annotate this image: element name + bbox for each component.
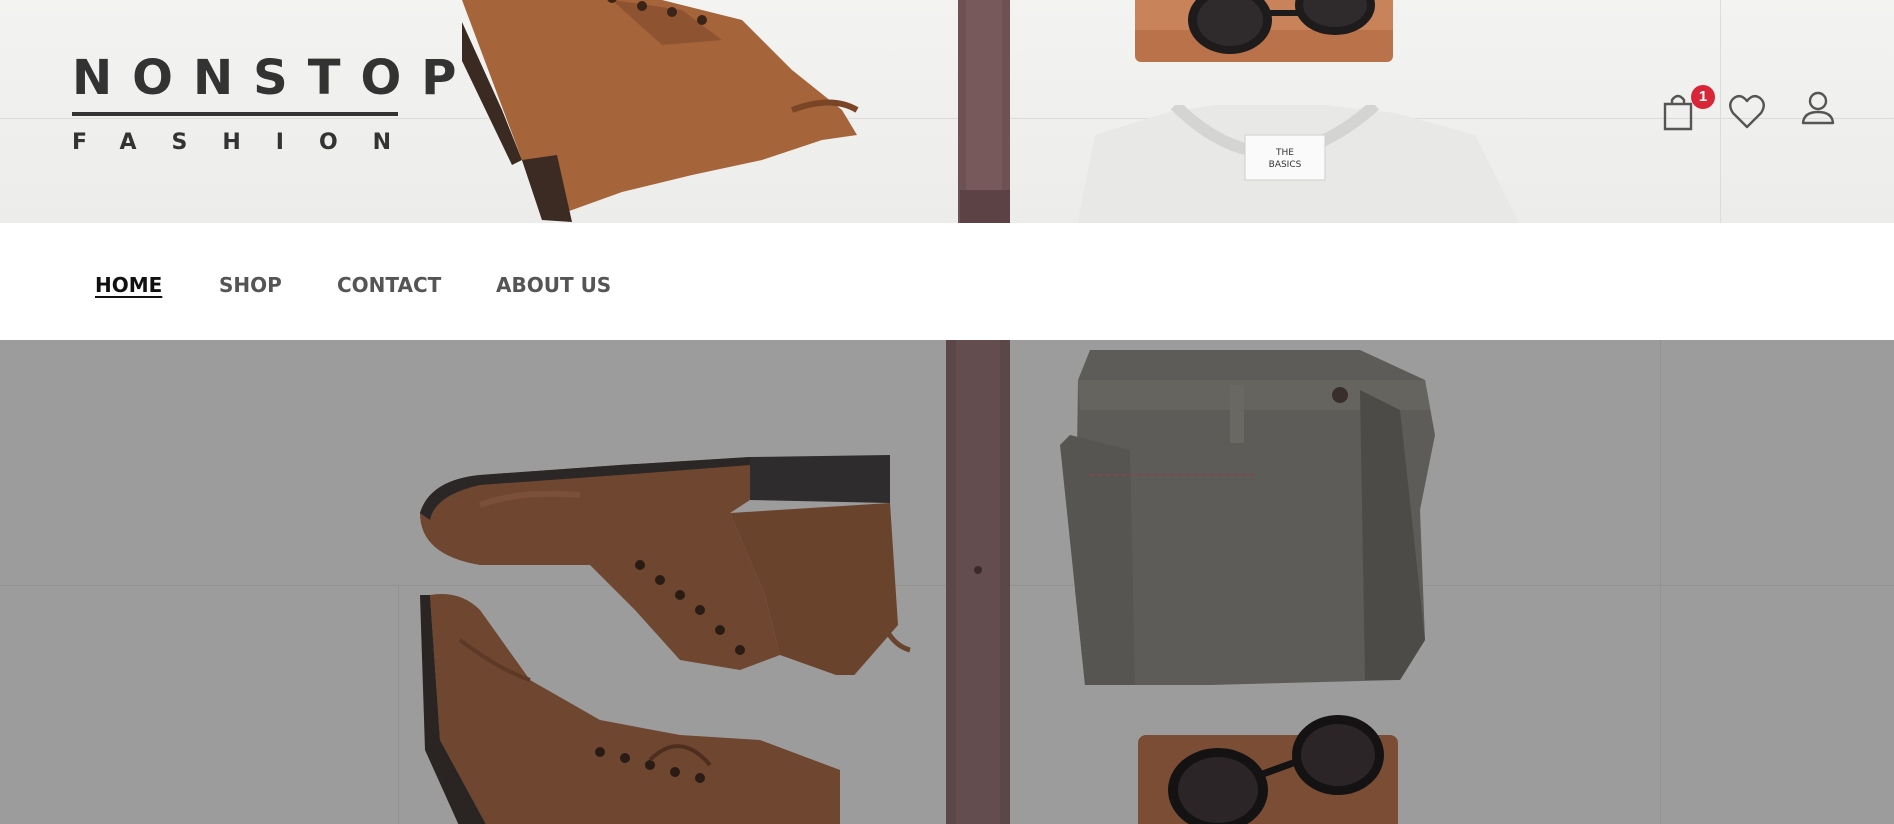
boot-image [462,0,859,222]
belt-image [958,0,1010,223]
hero-banner [0,340,1894,824]
header-banner: THE BASICS NONSTOP FASHION 1 [0,0,1894,223]
boot-image [420,594,840,824]
floor-seam [398,585,399,824]
shirt-image: THE BASICS [1077,105,1519,223]
wishlist-button[interactable] [1728,94,1766,130]
nav-item-shop[interactable]: SHOP [219,273,282,297]
brand-logo[interactable]: NONSTOP FASHION [72,50,477,156]
nav-item-about-us[interactable]: ABOUT US [496,273,611,297]
floor-seam [1660,340,1661,824]
belt-image [946,340,1010,824]
heart-icon [1729,94,1765,129]
floor-seam [1720,0,1721,223]
cart-count-badge: 1 [1691,85,1715,109]
nav-item-home[interactable]: HOME [95,273,162,297]
sunglasses-image [1135,0,1393,62]
svg-text:THE: THE [1275,148,1294,158]
sunglasses-image [1138,715,1398,824]
brand-tagline: FASHION [72,130,427,155]
pants-image [1060,350,1435,685]
account-button[interactable] [1800,90,1836,128]
logo-divider [72,112,398,116]
main-navigation: HOME SHOP CONTACT ABOUT US [0,223,1894,340]
svg-text:BASICS: BASICS [1269,160,1302,170]
user-icon [1801,91,1835,125]
nav-item-contact[interactable]: CONTACT [337,273,441,297]
brand-name: NONSTOP [72,50,477,106]
